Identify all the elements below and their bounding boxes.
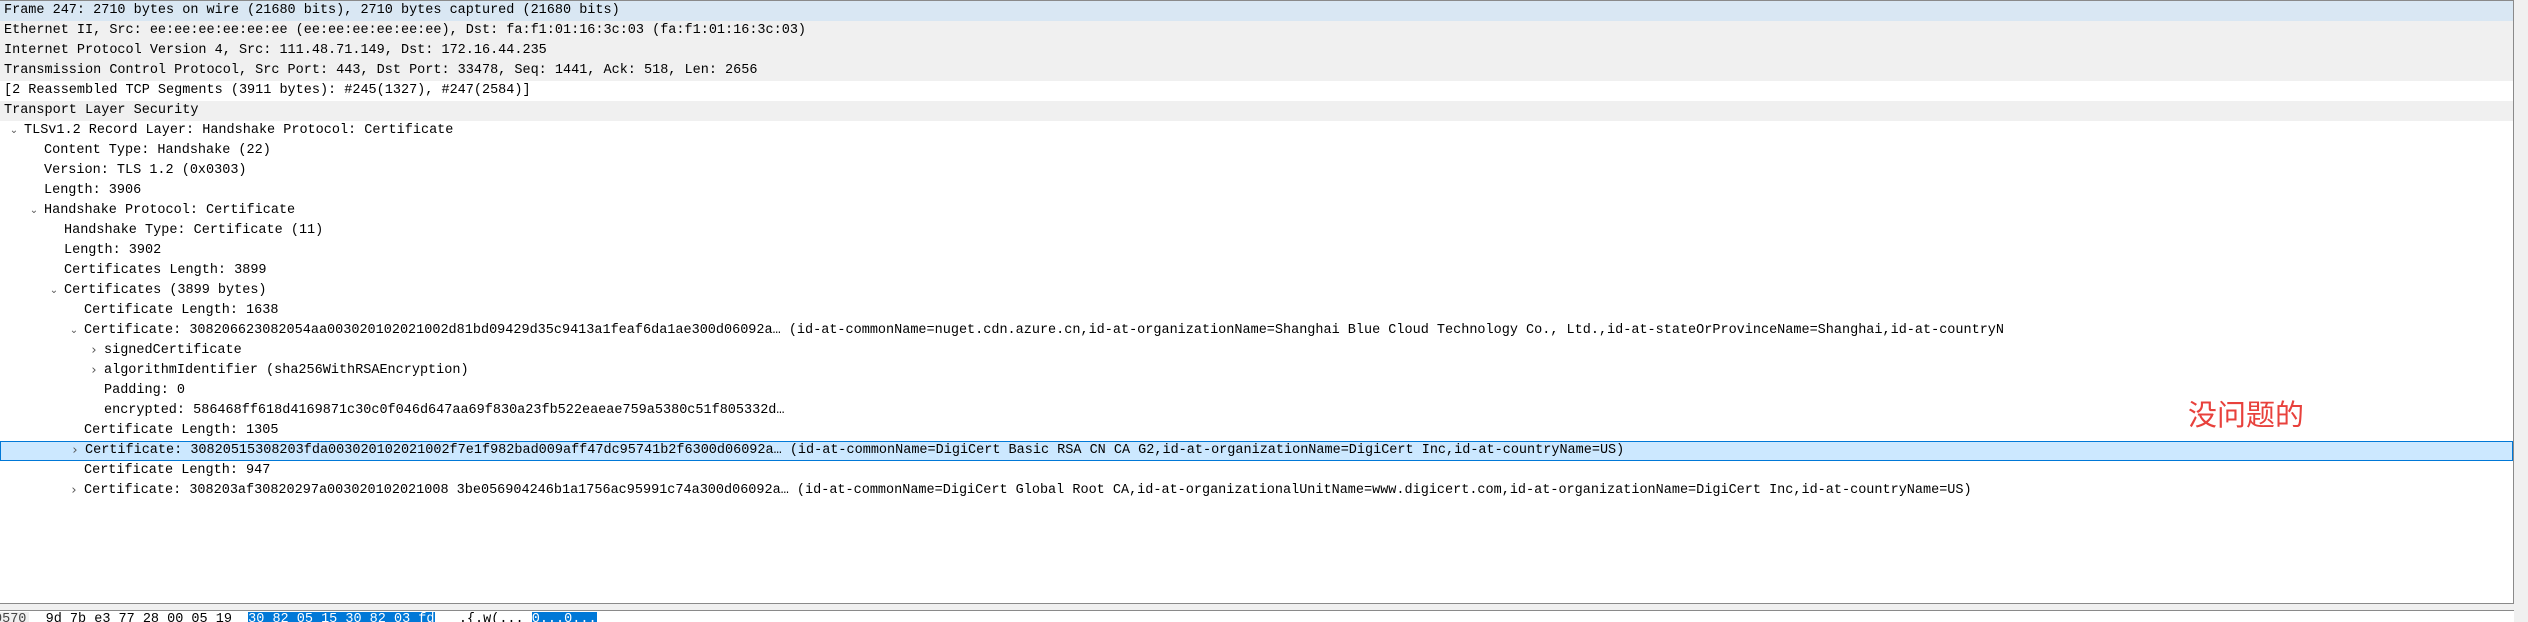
tree-row-label: Certificate: 308203af30820297a0030201020… <box>84 483 1972 498</box>
chevron-down-icon[interactable]: ⌄ <box>8 121 20 141</box>
chevron-right-icon[interactable]: › <box>68 481 80 501</box>
chevron-down-icon[interactable]: ⌄ <box>48 281 60 301</box>
tree-row-label: signedCertificate <box>104 343 242 358</box>
tree-row-label: Transmission Control Protocol, Src Port:… <box>4 63 758 78</box>
tree-row-label: Certificate Length: 1638 <box>84 303 279 318</box>
tree-row-label: Content Type: Handshake (22) <box>44 143 271 158</box>
tree-row-label: Transport Layer Security <box>4 103 199 118</box>
tree-row[interactable]: Transmission Control Protocol, Src Port:… <box>0 61 2513 81</box>
tree-row[interactable]: Certificate Length: 947 <box>0 461 2513 481</box>
tree-row-label: Certificates Length: 3899 <box>64 263 267 278</box>
tree-row[interactable]: ⌄ Handshake Protocol: Certificate <box>0 201 2513 221</box>
chevron-down-icon[interactable]: ⌄ <box>68 321 80 341</box>
annotation-text: 没问题的 <box>2188 398 2305 432</box>
tree-row[interactable]: Content Type: Handshake (22) <box>0 141 2513 161</box>
tree-row-label: Internet Protocol Version 4, Src: 111.48… <box>4 43 547 58</box>
tree-row[interactable]: ⌄ TLSv1.2 Record Layer: Handshake Protoco… <box>0 121 2513 141</box>
tree-row[interactable]: › Certificate: 308203af30820297a003020102… <box>0 481 2513 501</box>
tree-row-label: Certificate: 30820515308203fda0030201020… <box>85 443 1625 458</box>
tree-row[interactable]: Certificates Length: 3899 <box>0 261 2513 281</box>
packet-details-tree[interactable]: Frame 247: 2710 bytes on wire (21680 bit… <box>0 0 2514 604</box>
tree-row[interactable]: › Certificate: 30820515308203fda003020102… <box>0 441 2513 461</box>
tree-row-label: algorithmIdentifier (sha256WithRSAEncryp… <box>104 363 469 378</box>
tree-row[interactable]: Frame 247: 2710 bytes on wire (21680 bit… <box>0 1 2513 21</box>
tree-row-label: encrypted: 586468ff618d4169871c30c0f046d… <box>104 403 785 418</box>
tree-row[interactable]: Certificate Length: 1638 <box>0 301 2513 321</box>
tree-row[interactable]: Padding: 0 <box>0 381 2513 401</box>
tree-row-label: Frame 247: 2710 bytes on wire (21680 bit… <box>4 3 620 18</box>
tree-row[interactable]: ⌄ Certificate: 308206623082054aa003020102… <box>0 321 2513 341</box>
chevron-down-icon[interactable]: ⌄ <box>28 201 40 221</box>
chevron-right-icon[interactable]: › <box>88 341 100 361</box>
tree-row[interactable]: Certificate Length: 1305 <box>0 421 2513 441</box>
tree-row-label: Certificate Length: 1305 <box>84 423 279 438</box>
tree-row[interactable]: › signedCertificate <box>0 341 2513 361</box>
tree-row[interactable]: Internet Protocol Version 4, Src: 111.48… <box>0 41 2513 61</box>
chevron-right-icon[interactable]: › <box>69 442 81 460</box>
tree-row-label: Handshake Type: Certificate (11) <box>64 223 324 238</box>
tree-row[interactable]: [2 Reassembled TCP Segments (3911 bytes)… <box>0 81 2513 101</box>
tree-row-label: Certificates (3899 bytes) <box>64 283 267 298</box>
tree-row[interactable]: encrypted: 586468ff618d4169871c30c0f046d… <box>0 401 2513 421</box>
tree-row[interactable]: Ethernet II, Src: ee:ee:ee:ee:ee:ee (ee:… <box>0 21 2513 41</box>
tree-row-label: Length: 3902 <box>64 243 162 258</box>
tree-row[interactable]: Length: 3906 <box>0 181 2513 201</box>
chevron-right-icon[interactable]: › <box>88 361 100 381</box>
tree-row[interactable]: › algorithmIdentifier (sha256WithRSAEncry… <box>0 361 2513 381</box>
tree-row-label: Padding: 0 <box>104 383 186 398</box>
tree-row[interactable]: Transport Layer Security <box>0 101 2513 121</box>
tree-row-label: Ethernet II, Src: ee:ee:ee:ee:ee:ee (ee:… <box>4 23 807 38</box>
tree-row[interactable]: ⌄ Certificates (3899 bytes) <box>0 281 2513 301</box>
tree-row[interactable]: Version: TLS 1.2 (0x0303) <box>0 161 2513 181</box>
tree-row[interactable]: Length: 3902 <box>0 241 2513 261</box>
packet-bytes-pane[interactable]: 0570 9d 7b e3 77 28 00 05 19 30 82 05 15… <box>0 610 2514 622</box>
tree-row-label: Certificate Length: 947 <box>84 463 271 478</box>
tree-row-label: TLSv1.2 Record Layer: Handshake Protocol… <box>24 123 454 138</box>
tree-row[interactable]: Handshake Type: Certificate (11) <box>0 221 2513 241</box>
tree-row-label: Version: TLS 1.2 (0x0303) <box>44 163 247 178</box>
tree-row-label: Length: 3906 <box>44 183 142 198</box>
tree-row-label: Certificate: 308206623082054aa0030201020… <box>84 323 2005 338</box>
tree-row-label: [2 Reassembled TCP Segments (3911 bytes)… <box>4 83 531 98</box>
tree-row-label: Handshake Protocol: Certificate <box>44 203 296 218</box>
